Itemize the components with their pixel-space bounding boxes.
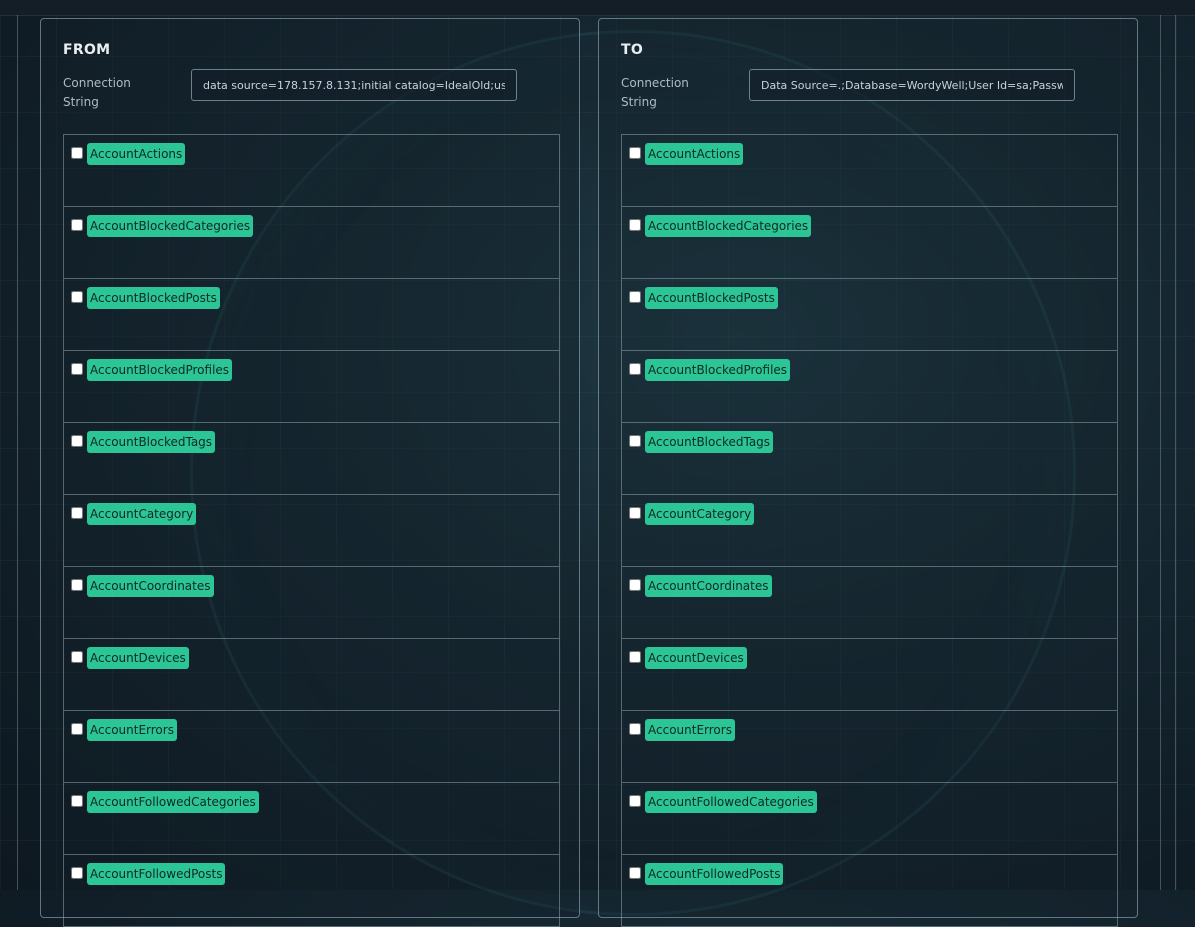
table-name-label[interactable]: AccountBlockedTags — [87, 431, 216, 453]
table-select-checkbox[interactable] — [71, 795, 83, 807]
table-row: AccountCategory — [64, 495, 559, 567]
table-row: AccountErrors — [64, 711, 559, 783]
table-name-label[interactable]: AccountActions — [87, 143, 186, 165]
table-name-label[interactable]: AccountCategory — [87, 503, 197, 525]
table-select-checkbox[interactable] — [629, 363, 641, 375]
table-select-checkbox[interactable] — [629, 219, 641, 231]
from-connection-label: Connection String — [63, 76, 131, 109]
table-name-label[interactable]: AccountBlockedCategories — [645, 215, 812, 237]
table-name-label[interactable]: AccountErrors — [87, 719, 177, 741]
table-row: AccountCategory — [622, 495, 1117, 567]
table-name-label[interactable]: AccountCoordinates — [87, 575, 214, 597]
table-select-checkbox[interactable] — [71, 363, 83, 375]
table-row: AccountCoordinates — [622, 567, 1117, 639]
table-name-label[interactable]: AccountFollowedPosts — [645, 863, 784, 885]
table-row: AccountBlockedCategories — [622, 207, 1117, 279]
decorative-divider — [17, 15, 18, 890]
to-panel: TO Connection String AccountActionsAccou… — [598, 18, 1138, 927]
table-row: AccountFollowedPosts — [64, 855, 559, 927]
table-name-label[interactable]: AccountCoordinates — [645, 575, 772, 597]
table-name-label[interactable]: AccountDevices — [87, 647, 189, 669]
table-row: AccountBlockedPosts — [622, 279, 1117, 351]
from-panel-title: FROM — [63, 42, 111, 58]
from-panel: FROM Connection String AccountActionsAcc… — [40, 18, 580, 927]
table-name-label[interactable]: AccountFollowedCategories — [87, 791, 259, 813]
table-row: AccountBlockedTags — [64, 423, 559, 495]
table-select-checkbox[interactable] — [629, 867, 641, 879]
table-name-label[interactable]: AccountBlockedTags — [645, 431, 774, 453]
to-connection-string-input[interactable] — [749, 69, 1075, 101]
to-panel-title: TO — [621, 42, 644, 58]
table-name-label[interactable]: AccountBlockedPosts — [87, 287, 220, 309]
table-row: AccountCoordinates — [64, 567, 559, 639]
table-select-checkbox[interactable] — [629, 579, 641, 591]
table-name-label[interactable]: AccountBlockedPosts — [645, 287, 778, 309]
table-name-label[interactable]: AccountBlockedProfiles — [87, 359, 233, 381]
table-row: AccountBlockedProfiles — [64, 351, 559, 423]
table-select-checkbox[interactable] — [71, 579, 83, 591]
table-row: AccountBlockedCategories — [64, 207, 559, 279]
table-select-checkbox[interactable] — [71, 651, 83, 663]
table-row: AccountActions — [622, 135, 1117, 207]
table-row: AccountDevices — [622, 639, 1117, 711]
table-name-label[interactable]: AccountBlockedProfiles — [645, 359, 791, 381]
table-select-checkbox[interactable] — [71, 867, 83, 879]
table-name-label[interactable]: AccountCategory — [645, 503, 755, 525]
table-select-checkbox[interactable] — [629, 651, 641, 663]
table-select-checkbox[interactable] — [71, 291, 83, 303]
to-table-list: AccountActions AccountBlockedCategories Ac… — [621, 134, 1118, 927]
table-select-checkbox[interactable] — [71, 723, 83, 735]
table-row: AccountFollowedCategories — [64, 783, 559, 855]
top-bar — [0, 0, 1195, 16]
table-select-checkbox[interactable] — [629, 507, 641, 519]
table-select-checkbox[interactable] — [629, 795, 641, 807]
table-select-checkbox[interactable] — [71, 147, 83, 159]
table-row: AccountBlockedTags — [622, 423, 1117, 495]
from-table-list: AccountActions AccountBlockedCategories Ac… — [63, 134, 560, 927]
table-name-label[interactable]: AccountDevices — [645, 647, 747, 669]
decorative-divider — [1175, 15, 1176, 890]
decorative-divider — [1160, 15, 1161, 890]
table-name-label[interactable]: AccountBlockedCategories — [87, 215, 254, 237]
table-row: AccountBlockedPosts — [64, 279, 559, 351]
table-row: AccountFollowedPosts — [622, 855, 1117, 927]
from-connection-string-input[interactable] — [191, 69, 517, 101]
table-name-label[interactable]: AccountActions — [645, 143, 744, 165]
to-connection-label: Connection String — [621, 76, 689, 109]
table-select-checkbox[interactable] — [71, 435, 83, 447]
table-name-label[interactable]: AccountErrors — [645, 719, 735, 741]
table-select-checkbox[interactable] — [629, 723, 641, 735]
table-row: AccountFollowedCategories — [622, 783, 1117, 855]
table-name-label[interactable]: AccountFollowedPosts — [87, 863, 226, 885]
table-row: AccountDevices — [64, 639, 559, 711]
table-row: AccountErrors — [622, 711, 1117, 783]
table-select-checkbox[interactable] — [629, 435, 641, 447]
table-select-checkbox[interactable] — [71, 507, 83, 519]
table-select-checkbox[interactable] — [629, 147, 641, 159]
table-select-checkbox[interactable] — [629, 291, 641, 303]
table-row: AccountBlockedProfiles — [622, 351, 1117, 423]
table-row: AccountActions — [64, 135, 559, 207]
table-name-label[interactable]: AccountFollowedCategories — [645, 791, 817, 813]
table-select-checkbox[interactable] — [71, 219, 83, 231]
